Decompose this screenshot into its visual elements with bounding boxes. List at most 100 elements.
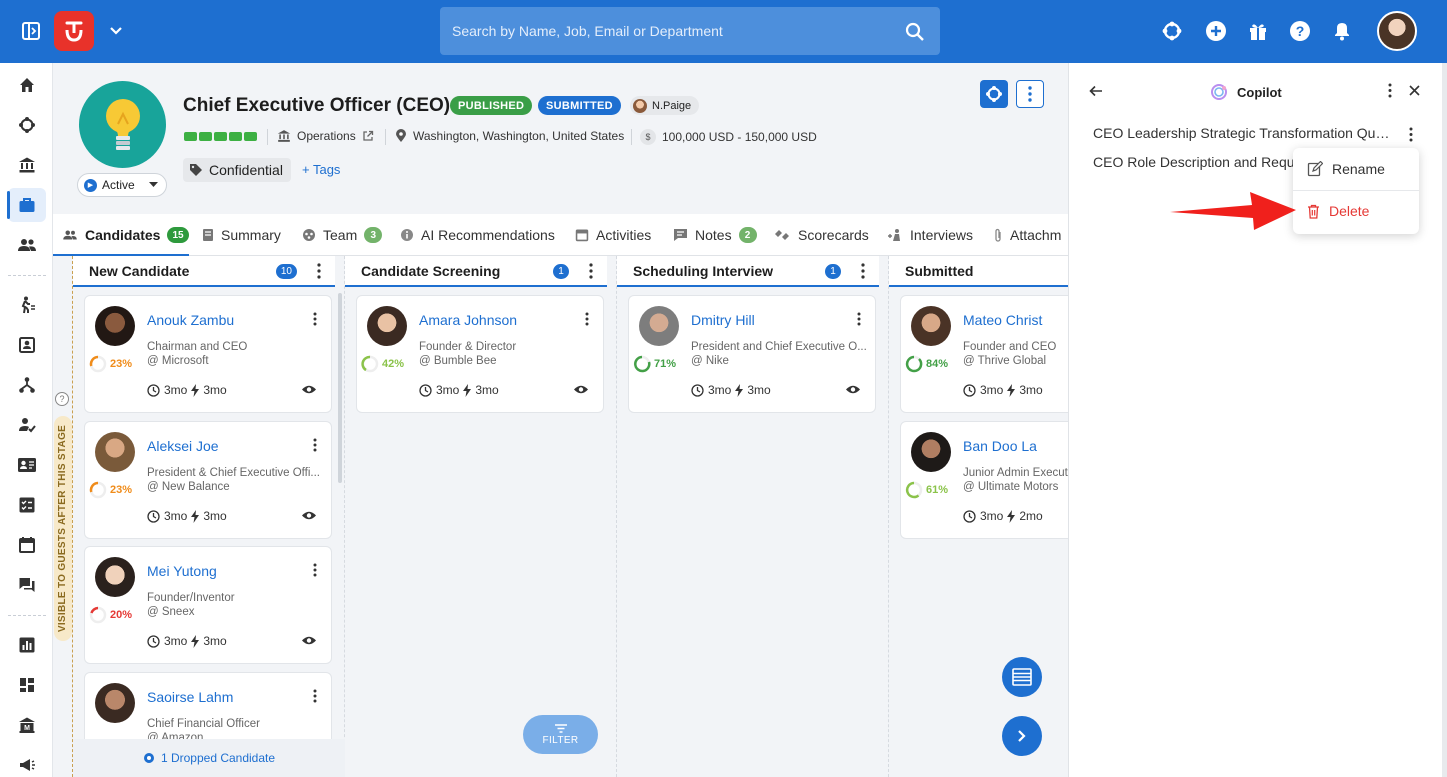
dropped-candidates-link[interactable]: 1 Dropped Candidate [73,739,345,777]
score-ring-icon [905,355,923,373]
walking-person-icon[interactable] [8,288,46,322]
eye-icon[interactable] [573,384,589,395]
location-meta: Washington, Washington, United States [395,129,624,143]
hierarchy-icon[interactable] [8,368,46,402]
candidate-card[interactable]: Aleksei Joe President & Chief Executive … [84,421,332,539]
published-badge: PUBLISHED [450,96,533,115]
user-avatar[interactable] [1377,11,1417,51]
search-input[interactable] [452,7,892,55]
confidential-tag[interactable]: Confidential [183,158,291,182]
more-vertical-icon[interactable] [585,312,589,326]
checklist-icon[interactable] [8,488,46,522]
copilot-toggle-button[interactable] [980,80,1008,108]
id-badge-icon[interactable] [8,448,46,482]
candidate-name[interactable]: Mateo Christ [963,312,1042,328]
notification-bell-icon[interactable] [1331,20,1353,42]
copilot-icon [986,86,1002,102]
more-vertical-icon[interactable] [857,312,861,326]
help-icon[interactable]: ? [1289,20,1311,42]
candidate-card[interactable]: Ban Doo La Junior Admin Executive @ Ulti… [900,421,1068,539]
more-vertical-icon[interactable] [313,312,317,326]
close-icon[interactable] [1409,85,1420,96]
megaphone-icon[interactable] [8,748,46,777]
more-vertical-icon[interactable] [589,263,593,279]
rename-menu-item[interactable]: Rename [1293,148,1419,190]
chat-icon[interactable] [8,568,46,602]
more-vertical-icon[interactable] [861,263,865,279]
contact-card-icon[interactable] [8,328,46,362]
list-view-button[interactable] [1002,657,1042,697]
candidate-name[interactable]: Ban Doo La [963,438,1037,454]
chevron-down-icon[interactable] [106,21,126,41]
eye-icon[interactable] [845,384,861,395]
tab-scorecards[interactable]: Scorecards [773,214,869,256]
delete-menu-item[interactable]: Delete [1293,190,1419,232]
candidate-name[interactable]: Anouk Zambu [147,312,234,328]
calendar-icon [575,229,589,242]
home-icon[interactable] [8,68,46,102]
job-status-dropdown[interactable]: ▶ Active [77,173,167,197]
tab-ai-recommendations[interactable]: AI Recommendations [400,214,555,256]
more-vertical-icon[interactable] [313,563,317,577]
candidate-card[interactable]: Amara Johnson Founder & Director @ Bumbl… [356,295,604,413]
more-vertical-icon[interactable] [317,263,321,279]
back-arrow-icon[interactable] [1089,85,1103,97]
tab-notes[interactable]: Notes 2 [673,214,757,256]
tab-interviews[interactable]: Interviews [887,214,973,256]
user-check-icon[interactable] [8,408,46,442]
sidebar-toggle-icon[interactable] [20,20,42,42]
candidate-name[interactable]: Saoirse Lahm [147,689,233,705]
candidate-card[interactable]: Anouk Zambu Chairman and CEO @ Microsoft… [84,295,332,413]
tab-candidates[interactable]: Candidates 15 [62,214,189,256]
jobs-briefcase-icon[interactable] [8,188,46,222]
tab-activities[interactable]: Activities [575,214,651,256]
copilot-conversation-item[interactable]: CEO Leadership Strategic Transformation … [1093,125,1393,141]
filter-button[interactable]: FILTER [523,715,598,754]
scroll-right-button[interactable] [1002,716,1042,756]
candidate-card[interactable]: Mei Yutong Founder/Inventor @ Sneex 20% … [84,546,332,664]
tab-team[interactable]: Team 3 [302,214,383,256]
external-link-icon[interactable] [362,130,374,142]
add-icon[interactable] [1205,20,1227,42]
candidate-company: @ Microsoft [147,355,209,367]
candidate-company: @ New Balance [147,481,230,493]
copilot-conversation-item[interactable]: CEO Role Description and Requirements [1093,154,1293,170]
more-vertical-icon[interactable] [1388,83,1392,98]
more-vertical-icon[interactable] [313,689,317,703]
global-search[interactable] [440,7,940,55]
candidate-card[interactable]: Mateo Christ Founder and CEO @ Thrive Gl… [900,295,1068,413]
people-icon [63,230,77,240]
eye-icon[interactable] [301,635,317,646]
people-icon[interactable] [8,228,46,262]
candidate-name[interactable]: Amara Johnson [419,312,517,328]
candidate-role: Founder and CEO [963,341,1057,353]
copilot-icon[interactable] [1161,20,1183,42]
job-more-button[interactable] [1016,80,1044,108]
candidate-name[interactable]: Aleksei Joe [147,438,219,454]
bar-chart-icon[interactable] [8,628,46,662]
department-meta[interactable]: Operations [277,129,374,143]
help-circle-icon[interactable]: ? [55,392,69,406]
add-tags-button[interactable]: + Tags [302,162,340,177]
tab-summary[interactable]: Summary [202,214,281,256]
eye-icon[interactable] [301,384,317,395]
more-vertical-icon[interactable] [313,438,317,452]
dashboard-icon[interactable] [8,668,46,702]
column-scrollbar[interactable] [338,293,342,483]
calendar-icon[interactable] [8,528,46,562]
search-icon[interactable] [904,21,926,43]
owner-chip[interactable]: N.Paige [630,96,700,115]
department-label: Operations [297,129,356,143]
submitted-badge: SUBMITTED [538,96,621,115]
app-logo[interactable] [54,11,94,51]
institution-icon[interactable]: M [8,708,46,742]
candidate-name[interactable]: Mei Yutong [147,563,217,579]
candidate-name[interactable]: Dmitry Hill [691,312,755,328]
tab-attachments[interactable]: Attachm [993,214,1061,256]
candidate-card[interactable]: Dmitry Hill President and Chief Executiv… [628,295,876,413]
bank-icon[interactable] [8,148,46,182]
gift-icon[interactable] [1247,20,1269,42]
more-vertical-icon[interactable] [1409,127,1413,142]
copilot-nav-icon[interactable] [8,108,46,142]
eye-icon[interactable] [301,510,317,521]
